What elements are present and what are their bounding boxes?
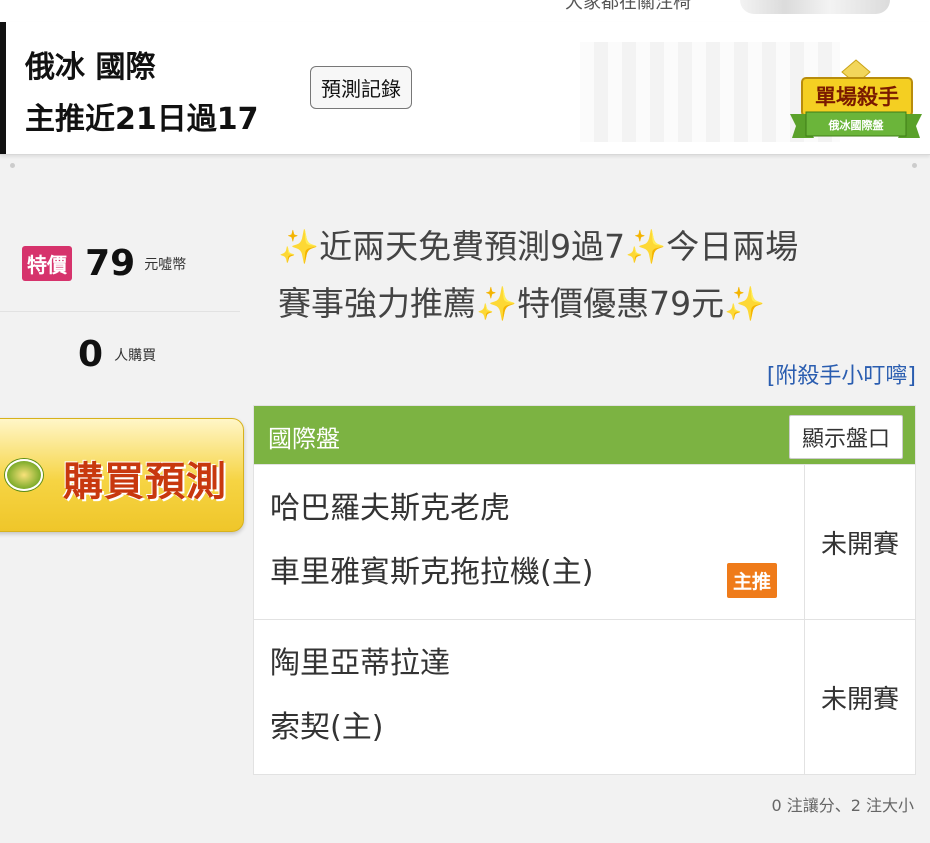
buy-prediction-button[interactable]: 購買預測 (0, 418, 244, 532)
bet-summary: 0 注讓分、2 注大小 (771, 796, 914, 815)
market-name: 國際盤 (268, 425, 340, 453)
promo-line1-a: 近兩天免費預測9過7 (319, 227, 626, 266)
predictor-record: 主推近21日過17 (25, 102, 259, 137)
away-team: 陶里亞蒂拉達 (270, 646, 450, 681)
match-status: 未開賽 (804, 465, 915, 619)
killer-tips-link[interactable]: [附殺手小叮嚀] (767, 358, 916, 390)
sparkle-icon: ✨ (476, 284, 518, 323)
predictor-title: 俄冰 國際 (25, 50, 156, 85)
top-strip-graphic (740, 0, 890, 14)
price-currency: 元噓幣 (144, 256, 187, 273)
show-odds-button[interactable]: 顯示盤口 (788, 415, 903, 459)
promo-text: ✨近兩天免費預測9過7✨今日兩場 賽事強力推薦✨特價優惠79元✨ (278, 218, 898, 332)
price-value: 79 (85, 243, 136, 284)
price-block: 特價 79 元噓幣 (22, 243, 186, 284)
prediction-history-button[interactable]: 預測記錄 (310, 66, 412, 109)
buyers-label: 人購買 (114, 347, 157, 364)
sparkle-icon: ✨ (724, 284, 766, 323)
top-strip: 大家都在關注椅 (0, 0, 930, 22)
promo-line2-a: 賽事強力推薦 (278, 284, 476, 323)
buyers-block: 0 人購買 (78, 334, 156, 375)
top-strip-cut-text: 大家都在關注椅 (565, 0, 691, 13)
predictor-header: 俄冰 國際 主推近21日過17 預測記錄 單場殺手 俄冰國際盤 (0, 22, 930, 155)
match-teams: 陶里亞蒂拉達 索契(主) (254, 620, 804, 774)
match-status: 未開賽 (804, 620, 915, 774)
coin-icon (5, 459, 43, 491)
match-teams: 哈巴羅夫斯克老虎 車里雅賓斯克拖拉機(主) 主推 (254, 465, 804, 619)
single-match-killer-badge: 單場殺手 俄冰國際盤 (790, 59, 922, 138)
main-pick-badge: 主推 (727, 563, 778, 598)
match-row[interactable]: 哈巴羅夫斯克老虎 車里雅賓斯克拖拉機(主) 主推 未開賽 (254, 464, 915, 619)
buyers-count: 0 (78, 334, 104, 375)
home-team: 索契(主) (270, 710, 384, 745)
decor-dot (912, 163, 917, 168)
match-row[interactable]: 陶里亞蒂拉達 索契(主) 未開賽 (254, 619, 915, 774)
sparkle-icon: ✨ (278, 227, 320, 266)
promo-line2-b: 特價優惠79元 (517, 284, 725, 323)
header-accent-bar (0, 22, 6, 154)
sparkle-icon: ✨ (625, 227, 667, 266)
home-team: 車里雅賓斯克拖拉機(主) (270, 555, 594, 590)
market-header: 國際盤 顯示盤口 (254, 406, 915, 464)
decor-dot (10, 163, 15, 168)
badge-main-text: 單場殺手 (815, 85, 899, 109)
away-team: 哈巴羅夫斯克老虎 (270, 491, 510, 526)
buy-prediction-label: 購買預測 (63, 459, 227, 505)
divider (0, 311, 240, 312)
match-table: 國際盤 顯示盤口 哈巴羅夫斯克老虎 車里雅賓斯克拖拉機(主) 主推 未開賽 陶里… (253, 405, 916, 775)
promo-line1-b: 今日兩場 (666, 227, 799, 266)
badge-sub-text: 俄冰國際盤 (828, 118, 885, 132)
special-price-tag: 特價 (22, 246, 72, 281)
